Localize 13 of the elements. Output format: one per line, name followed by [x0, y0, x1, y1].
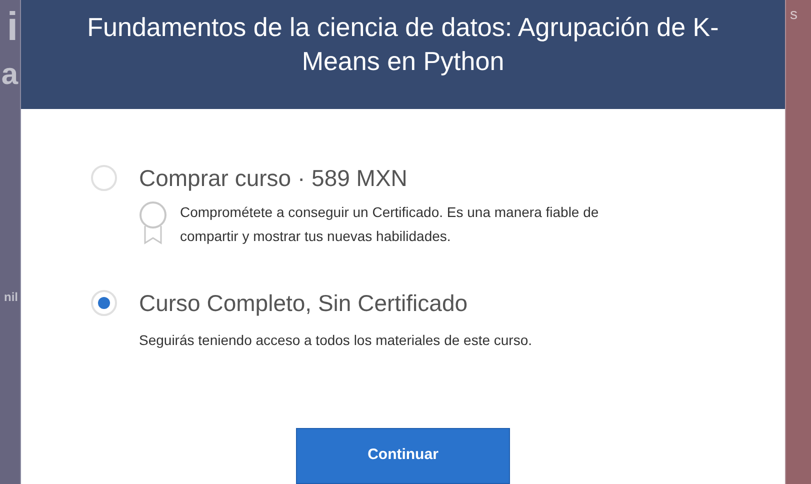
certificate-icon: [139, 200, 167, 244]
background-text: s: [790, 6, 798, 25]
option-label[interactable]: Comprar curso · 589 MXN: [139, 161, 408, 196]
dialog-title: Fundamentos de la ciencia de datos: Agrupación de K-Means en Python: [86, 11, 720, 78]
continue-button[interactable]: Continuar: [296, 428, 510, 484]
option-description: Seguirás teniendo acceso a todos los materiales de este curso.: [139, 331, 532, 350]
radio-button[interactable]: [91, 290, 117, 316]
option-description: Comprométete a conseguir un Certificado. Es una manera fiable de compartir y mostrar tus nuevas habilidades.: [180, 202, 600, 246]
option-label[interactable]: Curso Completo, Sin Certificado: [139, 286, 468, 320]
background-text: a: [1, 57, 18, 93]
background-text: i: [6, 4, 18, 51]
radio-button[interactable]: [91, 165, 117, 192]
background-text: nil: [4, 290, 18, 305]
